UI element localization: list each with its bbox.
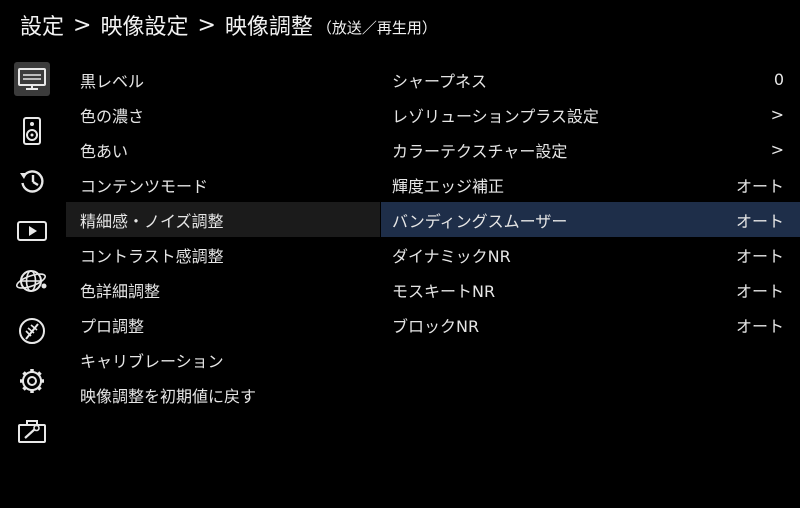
menu-item-label: 色の濃さ: [80, 106, 145, 126]
setting-value: オート: [735, 316, 784, 336]
menu-item-contrast-adjust[interactable]: コントラスト感調整: [66, 237, 380, 272]
breadcrumb-video-settings[interactable]: 映像設定: [100, 9, 188, 41]
breadcrumb-separator: >: [73, 12, 92, 38]
speaker-icon: [23, 117, 41, 145]
category-sound[interactable]: [14, 114, 50, 148]
page-title: 映像調整: [224, 15, 313, 40]
chevron-right-icon: >: [770, 140, 784, 159]
category-maintenance[interactable]: [14, 414, 50, 448]
menu-item-label: コンテンツモード: [80, 176, 209, 196]
toolbox-icon: [18, 420, 46, 443]
setting-value: オート: [735, 211, 784, 231]
page-subtitle: （放送／再生用）: [316, 18, 437, 37]
category-playback[interactable]: [14, 214, 50, 248]
setting-label: カラーテクスチャー設定: [392, 141, 568, 161]
setting-label: レゾリューションプラス設定: [392, 106, 599, 126]
menu-item-reset-picture[interactable]: 映像調整を初期値に戻す: [66, 377, 380, 412]
setting-label: バンディングスムーザー: [392, 211, 568, 231]
category-settings[interactable]: [14, 364, 50, 398]
detail-noise-submenu: シャープネス 0 レゾリューションプラス設定 > カラーテクスチャー設定 > 輝…: [381, 62, 800, 342]
setting-value: オート: [735, 246, 784, 266]
chevron-right-icon: >: [770, 105, 784, 124]
category-picture[interactable]: [14, 62, 50, 96]
menu-item-label: コントラスト感調整: [80, 246, 224, 266]
setting-row-resolution-plus[interactable]: レゾリューションプラス設定 >: [381, 97, 800, 132]
menu-item-detail-noise-adjust[interactable]: 精細感・ノイズ調整: [66, 202, 380, 237]
menu-item-black-level[interactable]: 黒レベル: [66, 62, 380, 97]
setting-value: オート: [735, 176, 784, 196]
menu-item-label: 色あい: [80, 141, 129, 161]
category-history[interactable]: [14, 164, 50, 198]
menu-item-tint[interactable]: 色あい: [66, 132, 380, 167]
breadcrumb-separator: >: [197, 12, 216, 38]
history-icon: [20, 170, 44, 193]
menu-item-color-detail-adjust[interactable]: 色詳細調整: [66, 272, 380, 307]
menu-item-label: 映像調整を初期値に戻す: [80, 386, 257, 406]
setting-label: モスキートNR: [392, 281, 496, 301]
category-antenna[interactable]: [14, 314, 50, 348]
setting-label: 輝度エッジ補正: [392, 176, 505, 196]
setting-row-banding-smoother[interactable]: バンディングスムーザー オート: [381, 202, 800, 237]
gear-icon: [20, 369, 44, 393]
monitor-icon: [18, 68, 46, 90]
picture-adjust-menu: 黒レベル 色の濃さ 色あい コンテンツモード 精細感・ノイズ調整 コントラスト感…: [66, 62, 380, 412]
menu-item-content-mode[interactable]: コンテンツモード: [66, 167, 380, 202]
setting-value: オート: [735, 281, 784, 301]
setting-row-luma-edge[interactable]: 輝度エッジ補正 オート: [381, 167, 800, 202]
setting-label: ブロックNR: [392, 316, 480, 336]
menu-item-label: プロ調整: [80, 316, 145, 336]
menu-item-color-depth[interactable]: 色の濃さ: [66, 97, 380, 132]
setting-label: ダイナミックNR: [392, 246, 511, 266]
setting-value: 0: [773, 70, 784, 89]
breadcrumb-settings[interactable]: 設定: [20, 9, 64, 41]
play-icon: [17, 221, 47, 241]
menu-item-calibration[interactable]: キャリブレーション: [66, 342, 380, 377]
globe-network-icon: [16, 270, 47, 292]
setting-label: シャープネス: [392, 71, 488, 91]
menu-item-label: 黒レベル: [80, 71, 145, 91]
setting-row-color-texture[interactable]: カラーテクスチャー設定 >: [381, 132, 800, 167]
breadcrumb: 設定 > 映像設定 > 映像調整 （放送／再生用）: [20, 8, 437, 42]
menu-item-label: 色詳細調整: [80, 281, 161, 301]
menu-item-pro-adjust[interactable]: プロ調整: [66, 307, 380, 342]
antenna-icon: [19, 318, 45, 344]
menu-item-label: キャリブレーション: [80, 351, 224, 371]
setting-row-sharpness[interactable]: シャープネス 0: [381, 62, 800, 97]
setting-row-mosquito-nr[interactable]: モスキートNR オート: [381, 272, 800, 307]
setting-row-dynamic-nr[interactable]: ダイナミックNR オート: [381, 237, 800, 272]
menu-item-label: 精細感・ノイズ調整: [80, 211, 224, 231]
setting-row-block-nr[interactable]: ブロックNR オート: [381, 307, 800, 342]
category-network[interactable]: [14, 264, 50, 298]
